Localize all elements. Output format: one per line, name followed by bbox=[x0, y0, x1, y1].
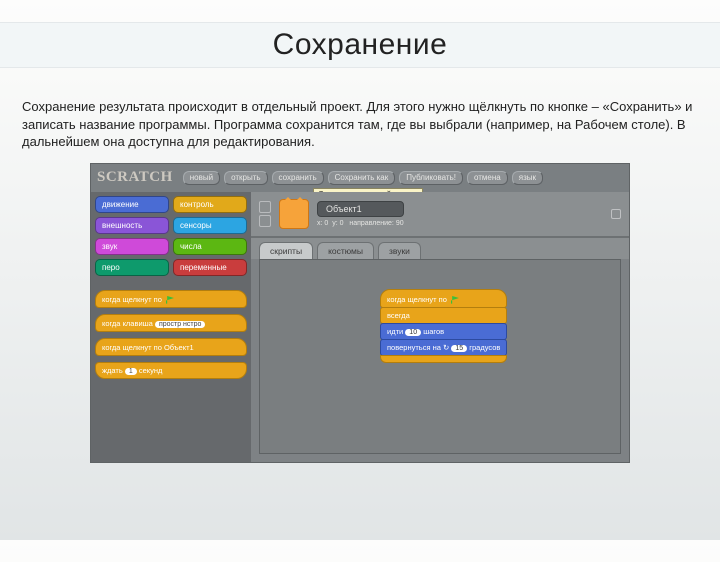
sprite-tool-icons bbox=[259, 201, 271, 227]
save-button[interactable]: сохранить bbox=[272, 171, 324, 185]
block-forever-end[interactable] bbox=[380, 355, 507, 363]
sprite-thumbnail[interactable] bbox=[279, 199, 309, 229]
block-text: шагов bbox=[423, 327, 444, 336]
block-text: повернуться на bbox=[387, 343, 441, 352]
green-flag-icon bbox=[166, 296, 174, 304]
block-arg[interactable]: 1 bbox=[125, 368, 137, 375]
block-hat-flag[interactable]: когда щелкнут по bbox=[95, 290, 247, 308]
category-numbers[interactable]: числа bbox=[173, 238, 247, 255]
palette-blocks: когда щелкнут по когда клавиша простр нс… bbox=[95, 290, 247, 379]
green-flag-icon bbox=[451, 296, 459, 304]
title-band: Сохранение bbox=[0, 22, 720, 68]
category-motion[interactable]: движение bbox=[95, 196, 169, 213]
sprite-name-field[interactable]: Объект1 bbox=[317, 201, 404, 217]
category-looks[interactable]: внешность bbox=[95, 217, 169, 234]
right-column: Объект1 x: 0 y: 0 направление: 90 скрипт… bbox=[251, 192, 629, 462]
category-sound[interactable]: звук bbox=[95, 238, 169, 255]
scratch-logo: SCRATCH bbox=[97, 169, 173, 186]
tab-scripts[interactable]: скрипты bbox=[259, 242, 313, 259]
category-sensing[interactable]: сенсоры bbox=[173, 217, 247, 234]
block-turn[interactable]: повернуться на ↻ 15 градусов bbox=[380, 339, 507, 356]
lang-button[interactable]: язык bbox=[512, 171, 543, 185]
tab-sounds[interactable]: звуки bbox=[378, 242, 421, 259]
save-as-button[interactable]: Сохранить как bbox=[328, 171, 396, 185]
editor-tabs: скрипты костюмы звуки bbox=[251, 238, 629, 259]
block-wait[interactable]: ждать 1 секунд bbox=[95, 362, 247, 379]
block-palette: движение контроль внешность сенсоры звук… bbox=[91, 192, 251, 462]
undo-button[interactable]: отмена bbox=[467, 171, 508, 185]
slide-body: Сохранение результата происходит в отдел… bbox=[22, 98, 698, 151]
block-text: когда щелкнут по bbox=[387, 295, 447, 304]
scripts-canvas[interactable]: когда щелкнут по всегда идти 10 шагов по… bbox=[259, 259, 621, 454]
block-text: когда щелкнут по bbox=[102, 295, 162, 304]
slide-title: Сохранение bbox=[273, 28, 448, 62]
sprite-coords: x: 0 y: 0 направление: 90 bbox=[317, 220, 404, 227]
category-control[interactable]: контроль bbox=[173, 196, 247, 213]
tool-icon[interactable] bbox=[259, 201, 271, 213]
block-text: когда клавиша bbox=[102, 319, 153, 328]
sprite-header: Объект1 x: 0 y: 0 направление: 90 bbox=[251, 192, 629, 238]
block-move[interactable]: идти 10 шагов bbox=[380, 323, 507, 340]
tool-icon[interactable] bbox=[259, 215, 271, 227]
block-arg[interactable]: 10 bbox=[405, 329, 421, 336]
block-arg[interactable]: 15 bbox=[451, 345, 467, 352]
block-hat-sprite[interactable]: когда щелкнут по Объект1 bbox=[95, 338, 247, 356]
block-text: идти bbox=[387, 327, 403, 336]
open-button[interactable]: открыть bbox=[224, 171, 267, 185]
screenshot-scratch: SCRATCH новый открыть сохранить Сохранит… bbox=[90, 163, 630, 463]
block-hat-key[interactable]: когда клавиша простр нстро bbox=[95, 314, 247, 332]
category-variables[interactable]: переменные bbox=[173, 259, 247, 276]
publish-button[interactable]: Публиковать! bbox=[399, 171, 463, 185]
tab-costumes[interactable]: костюмы bbox=[317, 242, 374, 259]
main-row: движение контроль внешность сенсоры звук… bbox=[91, 192, 629, 462]
block-hat[interactable]: когда щелкнут по bbox=[380, 289, 507, 308]
block-text: секунд bbox=[139, 366, 163, 375]
block-arg[interactable]: простр нстро bbox=[155, 321, 205, 328]
block-text: градусов bbox=[469, 343, 500, 352]
category-pen[interactable]: перо bbox=[95, 259, 169, 276]
script-stack[interactable]: когда щелкнут по всегда идти 10 шагов по… bbox=[380, 290, 507, 363]
lock-icon[interactable] bbox=[611, 209, 621, 219]
new-button[interactable]: новый bbox=[183, 171, 220, 185]
block-text: ждать bbox=[102, 366, 123, 375]
block-forever[interactable]: всегда bbox=[380, 307, 507, 324]
